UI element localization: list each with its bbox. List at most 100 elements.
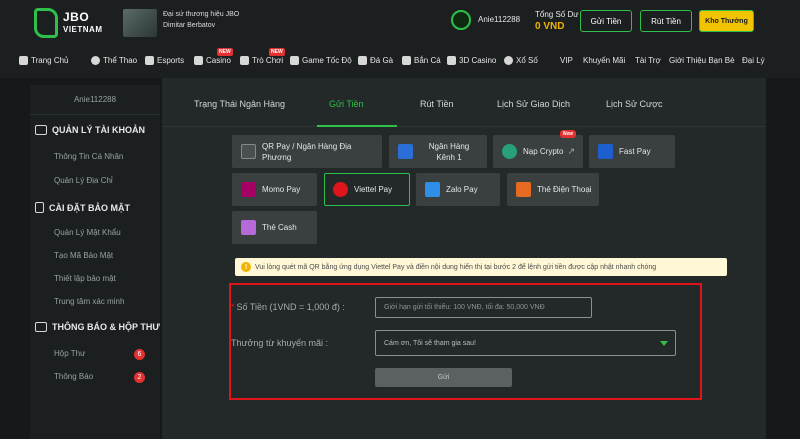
top-header: JBO VIETNAM Đại sứ thương hiệu JBO Dimit…: [0, 0, 800, 78]
sidebar-item-security-settings[interactable]: Thiết lập bảo mật: [54, 274, 116, 283]
promo-selected-value: Cám ơn, Tôi sẽ tham gia sau!: [384, 339, 477, 347]
info-icon: !: [241, 262, 251, 272]
payment-method-fast-pay[interactable]: Fast Pay: [589, 135, 675, 168]
submit-button[interactable]: Gửi: [375, 368, 512, 387]
notifications-count-badge: 2: [134, 372, 145, 383]
ambassador-photo: [123, 9, 157, 37]
nav-item-sports[interactable]: Thể Thao: [91, 56, 137, 65]
nav-item-home[interactable]: Trang Chủ: [19, 56, 69, 65]
payment-method-crypto[interactable]: Nạp Crypto ↗ New: [493, 130, 583, 168]
balance-value: 0 VND: [535, 21, 565, 32]
momo-icon: [241, 182, 256, 197]
logo-mark-icon: [34, 8, 58, 38]
promo-select[interactable]: Cám ơn, Tôi sẽ tham gia sau!: [375, 330, 676, 356]
qr-code-icon: [241, 144, 256, 159]
chevron-down-icon: [660, 341, 668, 346]
payment-method-phone-card[interactable]: Thẻ Điện Thoại: [507, 173, 599, 206]
payment-method-qr-pay[interactable]: QR Pay / Ngân Hàng Địa Phương: [232, 135, 382, 168]
new-badge: NEW: [217, 48, 233, 56]
tab-transaction-history[interactable]: Lịch Sử Giao Dịch: [497, 99, 570, 109]
sidebar-item-address[interactable]: Quản Lý Địa Chỉ: [54, 176, 113, 185]
sidebar-item-password[interactable]: Quản Lý Mật Khẩu: [54, 228, 121, 237]
home-icon: [19, 56, 28, 65]
ambassador-name: Dimitar Berbatov: [163, 22, 216, 29]
new-badge: NEW: [269, 48, 285, 56]
ambassador-title: Đại sứ thương hiệu JBO: [163, 11, 240, 18]
phone-card-icon: [516, 182, 531, 197]
soccer-ball-icon: [91, 56, 100, 65]
tether-icon: [502, 144, 517, 159]
sidebar-item-personal-info[interactable]: Thông Tin Cá Nhân: [54, 152, 123, 161]
deposit-form: * Số Tiền (1VND = 1,000 đ) : Giới hạn gửi…: [229, 283, 702, 400]
cube-icon: [447, 56, 456, 65]
mailbox-count-badge: 6: [134, 349, 145, 360]
active-tab-indicator: [317, 125, 397, 127]
nav-item-promotions[interactable]: Khuyến Mãi: [583, 56, 625, 65]
casino-chip-icon: [194, 56, 203, 65]
amount-input[interactable]: Giới hạn gửi tối thiểu: 100 VNĐ, tối đa:…: [375, 297, 592, 318]
sidebar-section-security[interactable]: CÀI ĐẶT BẢO MẬT: [35, 202, 130, 213]
nav-item-vip[interactable]: VIP: [560, 56, 573, 65]
nav-item-games[interactable]: Trò Chơi NEW: [240, 48, 285, 65]
tab-bank-status[interactable]: Trạng Thái Ngân Hàng: [194, 99, 285, 109]
nav-item-3d-casino[interactable]: 3D Casino: [447, 56, 496, 65]
rooster-icon: [358, 56, 367, 65]
balance-label: Tổng Số Dư: [535, 10, 579, 19]
user-avatar[interactable]: [451, 10, 471, 30]
ambassador-banner: Đại sứ thương hiệu JBO Dimitar Berbatov: [123, 9, 273, 37]
nav-item-casino[interactable]: Casino NEW: [194, 48, 233, 65]
payment-method-cash-card[interactable]: Thẻ Cash: [232, 211, 317, 244]
sidebar-item-notifications[interactable]: Thông Báo: [54, 372, 93, 381]
external-link-icon: ↗: [567, 146, 576, 156]
sidebar-section-account[interactable]: QUẢN LÝ TÀI KHOẢN: [35, 125, 145, 135]
cash-card-icon: [241, 220, 256, 235]
amount-label: * Số Tiền (1VND = 1,000 đ) :: [231, 302, 345, 312]
tab-divider: [162, 126, 766, 127]
sidebar-item-security-code[interactable]: Tạo Mã Bảo Mật: [54, 251, 113, 260]
tab-deposit[interactable]: Gửi Tiền: [329, 99, 364, 109]
speed-icon: [290, 56, 299, 65]
header-username[interactable]: Anie112288: [478, 15, 520, 24]
nav-item-referral[interactable]: Giới Thiệu Bạn Bè: [669, 56, 735, 65]
deposit-notice: ! Vui lòng quét mã QR bằng ứng dụng Viet…: [235, 258, 727, 276]
nav-item-esports[interactable]: Esports: [145, 56, 184, 65]
logo-subtext: VIETNAM: [63, 25, 103, 34]
zalopay-icon: [425, 182, 440, 197]
fish-icon: [402, 56, 411, 65]
deposit-panel: Trạng Thái Ngân Hàng Gửi Tiền Rút Tiền L…: [162, 78, 766, 439]
sidebar-item-verification[interactable]: Trung tâm xác minh: [54, 297, 124, 306]
id-card-icon: [35, 125, 47, 135]
fastpay-icon: [598, 144, 613, 159]
lock-icon: [35, 202, 44, 213]
lottery-ball-icon: [504, 56, 513, 65]
nav-item-lottery[interactable]: Xổ Số: [504, 56, 538, 65]
promo-label: Thưởng từ khuyến mãi :: [231, 338, 328, 348]
payment-method-momo[interactable]: Momo Pay: [232, 173, 317, 206]
rewards-button[interactable]: Kho Thưởng: [699, 10, 754, 32]
account-sidebar: Anie112288 QUẢN LÝ TÀI KHOẢN Thông Tin C…: [30, 85, 160, 439]
nav-item-fishing[interactable]: Bắn Cá: [402, 56, 441, 65]
bank-icon: [398, 144, 413, 159]
nav-item-speed-games[interactable]: Game Tốc Độ: [290, 56, 352, 65]
tab-withdraw[interactable]: Rút Tiền: [420, 99, 454, 109]
withdraw-button[interactable]: Rút Tiền: [640, 10, 692, 32]
mail-icon: [35, 322, 47, 332]
nav-item-sponsorship[interactable]: Tài Trợ: [635, 56, 661, 65]
sidebar-section-inbox[interactable]: THÔNG BÁO & HỘP THƯ: [35, 322, 160, 332]
tab-bet-history[interactable]: Lịch Sử Cược: [606, 99, 662, 109]
deposit-button[interactable]: Gửi Tiền: [580, 10, 632, 32]
payment-method-bank-channel-1[interactable]: Ngân Hàng Kênh 1: [389, 135, 487, 168]
payment-method-zalo-pay[interactable]: Zalo Pay: [416, 173, 500, 206]
jbo-logo[interactable]: JBO VIETNAM: [34, 6, 104, 42]
new-method-badge: New: [559, 130, 576, 138]
nav-item-agent[interactable]: Đại Lý: [742, 56, 765, 65]
sidebar-item-mailbox[interactable]: Hộp Thư: [54, 349, 85, 358]
main-nav: Trang Chủ Thể Thao Esports Casino NEW Trò…: [0, 48, 800, 73]
gamepad-icon: [145, 56, 154, 65]
notice-text: Vui lòng quét mã QR bằng ứng dụng Viette…: [255, 263, 657, 271]
payment-method-viettel-pay[interactable]: Viettel Pay: [324, 173, 410, 206]
nav-item-cockfight[interactable]: Đá Gà: [358, 56, 393, 65]
cards-icon: [240, 56, 249, 65]
sidebar-username: Anie112288: [30, 85, 160, 115]
logo-text: JBO: [63, 10, 90, 24]
